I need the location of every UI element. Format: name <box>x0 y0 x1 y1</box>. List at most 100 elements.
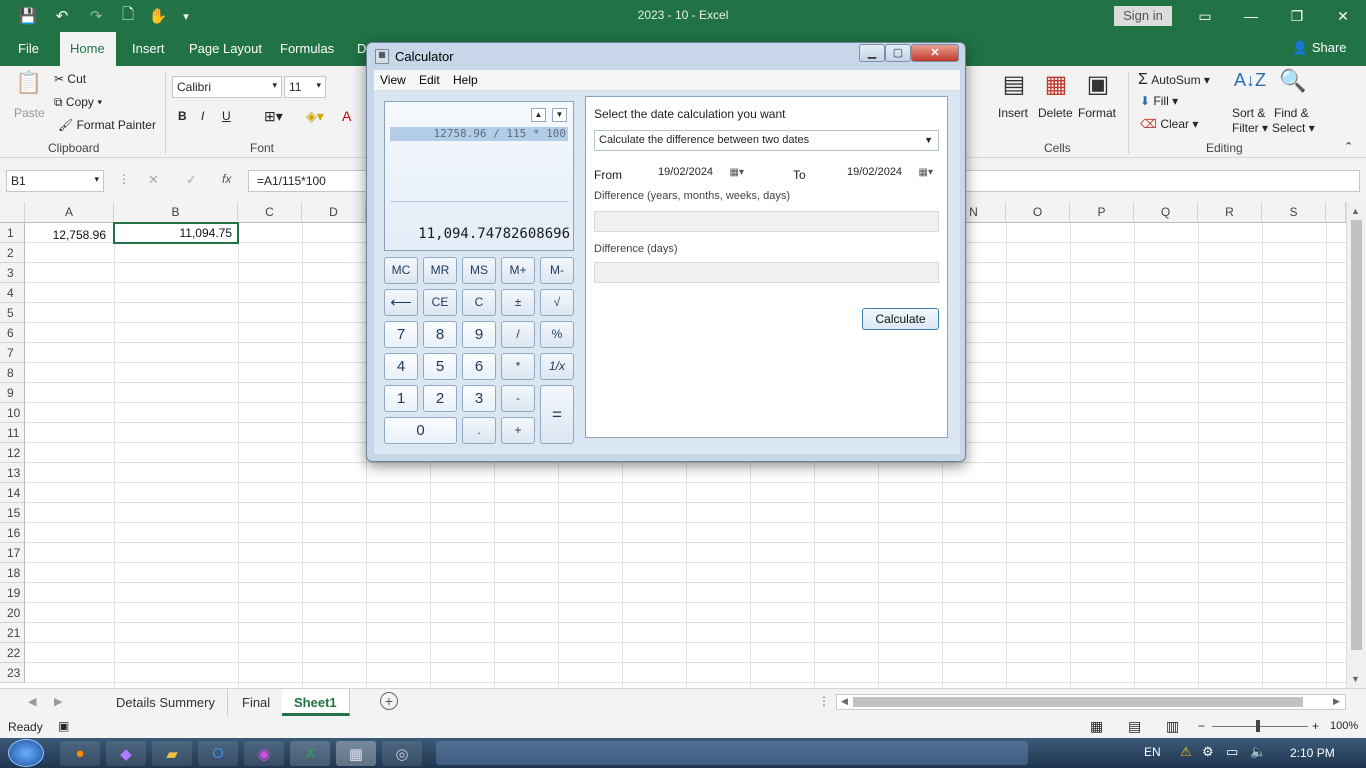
clock[interactable]: 2:10 PM <box>1290 746 1335 760</box>
digit-5-button[interactable]: 5 <box>423 353 457 380</box>
cell-a1[interactable]: 12,758.96 <box>25 223 114 243</box>
insert-cells-button[interactable]: Insert <box>998 106 1028 120</box>
cell-b1[interactable]: 11,094.75 <box>113 222 239 244</box>
minimize-button[interactable]: — <box>1236 4 1266 28</box>
mr-button[interactable]: MR <box>423 257 457 284</box>
settings-icon[interactable]: ⚙ <box>1202 744 1214 760</box>
m-plus-button[interactable]: M+ <box>501 257 535 284</box>
calc-maximize-button[interactable]: ▢ <box>885 44 911 62</box>
fill-color-icon[interactable]: ◈▾ <box>306 108 324 125</box>
tab-home[interactable]: Home <box>60 32 116 66</box>
scroll-right-icon[interactable]: ▶ <box>1333 696 1340 707</box>
scroll-up-icon[interactable]: ▲ <box>1351 206 1360 216</box>
tab-file[interactable]: File <box>8 32 49 66</box>
zoom-in-icon[interactable]: + <box>1312 719 1319 733</box>
confirm-entry-icon[interactable]: ✓ <box>186 172 197 188</box>
column-header[interactable]: Q <box>1134 202 1198 223</box>
digit-8-button[interactable]: 8 <box>423 321 457 348</box>
ribbon-display-icon[interactable]: ▭ <box>1190 4 1220 28</box>
column-header[interactable]: A <box>25 202 114 223</box>
row-header[interactable]: 13 <box>0 463 25 483</box>
start-button[interactable] <box>8 739 44 767</box>
m-minus-button[interactable]: M- <box>540 257 574 284</box>
select-all-corner[interactable] <box>0 202 25 223</box>
calculate-button[interactable]: Calculate <box>862 308 939 330</box>
menu-edit[interactable]: Edit <box>419 73 440 87</box>
tab-insert[interactable]: Insert <box>122 32 175 66</box>
multiply-button[interactable]: * <box>501 353 535 380</box>
percent-button[interactable]: % <box>540 321 574 348</box>
row-header[interactable]: 12 <box>0 443 25 463</box>
autosum-button[interactable]: Σ AutoSum ▾ <box>1138 71 1210 89</box>
add-button[interactable]: + <box>501 417 535 444</box>
sort-filter-icon[interactable]: A↓Z <box>1234 70 1266 91</box>
page-break-view-icon[interactable]: ▥ <box>1166 718 1179 735</box>
row-header[interactable]: 16 <box>0 523 25 543</box>
scroll-down-icon[interactable]: ▼ <box>1351 674 1360 684</box>
clear-button[interactable]: C <box>462 289 496 316</box>
row-header[interactable]: 5 <box>0 303 25 323</box>
row-header[interactable]: 22 <box>0 643 25 663</box>
row-header[interactable]: 7 <box>0 343 25 363</box>
tab-page-layout[interactable]: Page Layout <box>179 32 272 66</box>
excel-icon[interactable]: X <box>290 741 330 766</box>
sign-in-button[interactable]: Sign in <box>1114 6 1172 26</box>
digit-3-button[interactable]: 3 <box>462 385 496 412</box>
delete-cells-icon[interactable]: ▦ <box>1038 70 1074 99</box>
calculator-window[interactable]: ▦ Calculator ▁ ▢ ✕ View Edit Help ▲ ▼ 12… <box>366 42 966 462</box>
firefox-icon[interactable]: ● <box>60 741 100 766</box>
calc-close-button[interactable]: ✕ <box>911 44 959 62</box>
find-select-line2[interactable]: Select ▾ <box>1272 121 1315 135</box>
share-button[interactable]: 👤 Share <box>1292 40 1347 56</box>
digit-7-button[interactable]: 7 <box>384 321 418 348</box>
underline-button[interactable]: U <box>222 109 231 123</box>
row-header[interactable]: 20 <box>0 603 25 623</box>
delete-cells-button[interactable]: Delete <box>1038 106 1073 120</box>
sheet-tab-active[interactable]: Sheet1 <box>282 689 350 716</box>
borders-icon[interactable]: ⊞▾ <box>264 108 283 125</box>
row-header[interactable]: 17 <box>0 543 25 563</box>
column-header[interactable]: R <box>1198 202 1262 223</box>
scrollbar-thumb[interactable] <box>1351 220 1362 650</box>
divide-button[interactable]: / <box>501 321 535 348</box>
digit-2-button[interactable]: 2 <box>423 385 457 412</box>
zoom-level[interactable]: 100% <box>1330 720 1358 732</box>
warning-icon[interactable]: ⚠ <box>1180 744 1192 760</box>
backspace-button[interactable]: ⟵ <box>384 289 418 316</box>
tab-formulas[interactable]: Formulas <box>270 32 344 66</box>
next-sheet-icon[interactable]: ▶ <box>54 695 62 708</box>
row-header[interactable]: 4 <box>0 283 25 303</box>
format-cells-button[interactable]: Format <box>1078 106 1116 120</box>
history-up-icon[interactable]: ▲ <box>531 108 546 122</box>
row-header[interactable]: 10 <box>0 403 25 423</box>
menu-view[interactable]: View <box>380 73 406 87</box>
row-header[interactable]: 6 <box>0 323 25 343</box>
row-header[interactable]: 21 <box>0 623 25 643</box>
folder-icon[interactable]: ▰ <box>152 741 192 766</box>
row-header[interactable]: 18 <box>0 563 25 583</box>
to-date-picker[interactable]: 19/02/2024 ▦▾ <box>842 162 938 183</box>
more-options-icon[interactable]: ⋮ <box>118 172 130 186</box>
page-layout-view-icon[interactable]: ▤ <box>1128 718 1141 735</box>
row-header[interactable]: 8 <box>0 363 25 383</box>
app-icon[interactable]: ◆ <box>106 741 146 766</box>
negate-button[interactable]: ± <box>501 289 535 316</box>
date-mode-select[interactable]: Calculate the difference between two dat… <box>594 130 939 151</box>
calculator-icon[interactable]: ▦ <box>336 741 376 766</box>
restore-button[interactable]: ❐ <box>1282 4 1312 28</box>
zoom-slider-thumb[interactable] <box>1256 720 1260 732</box>
row-header[interactable]: 19 <box>0 583 25 603</box>
sheet-tab[interactable]: Details Summery <box>104 689 228 716</box>
row-header[interactable]: 2 <box>0 243 25 263</box>
volume-icon[interactable]: 🔈 <box>1250 744 1266 760</box>
cancel-entry-icon[interactable]: ✕ <box>148 172 159 188</box>
macro-record-icon[interactable]: ▣ <box>58 719 69 733</box>
cut-button[interactable]: ✂ Cut <box>54 72 86 86</box>
vertical-scrollbar[interactable]: ▲ ▼ <box>1346 202 1366 688</box>
row-header[interactable]: 1 <box>0 223 25 243</box>
history-expression[interactable]: 12758.96 / 115 * 100 <box>390 127 568 141</box>
row-header[interactable]: 11 <box>0 423 25 443</box>
mc-button[interactable]: MC <box>384 257 418 284</box>
format-cells-icon[interactable]: ▣ <box>1080 70 1116 99</box>
app-icon[interactable]: ◉ <box>244 741 284 766</box>
